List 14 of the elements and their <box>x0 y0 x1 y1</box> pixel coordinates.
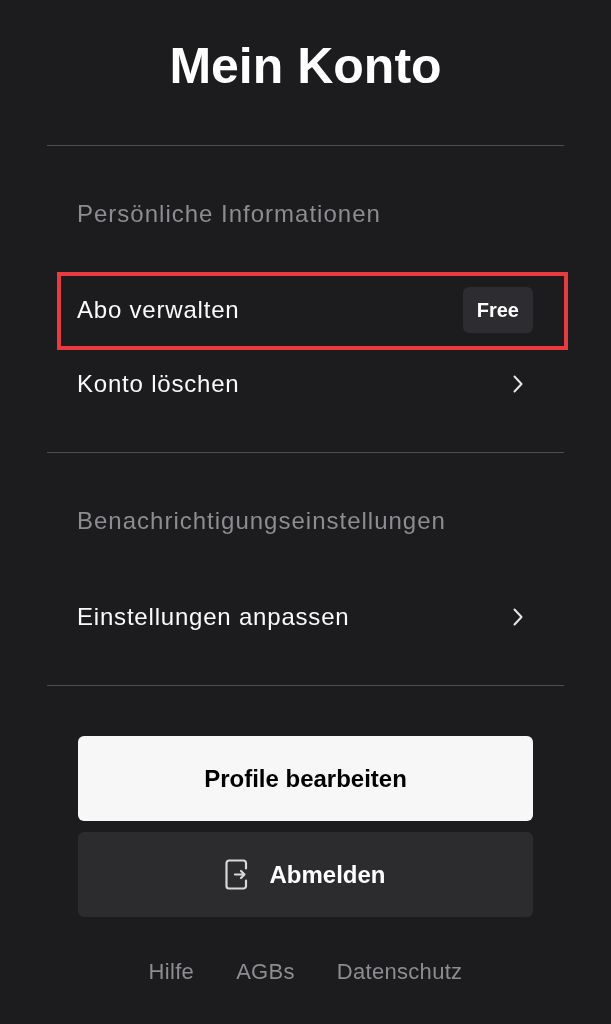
plan-badge: Free <box>462 287 533 333</box>
menu-item[interactable]: Einstellungen anpassen <box>47 580 564 654</box>
menu-item[interactable]: Konto löschen <box>47 347 564 421</box>
section-heading: Benachrichtigungseinstellungen <box>77 509 446 533</box>
logout-button[interactable]: Abmelden <box>78 832 533 917</box>
chevron-right-icon <box>513 608 523 626</box>
section-heading: Persönliche Informationen <box>77 202 381 226</box>
page-title: Mein Konto <box>169 37 442 96</box>
footer-link[interactable]: Hilfe <box>148 960 195 984</box>
footer-link[interactable]: Datenschutz <box>336 960 463 984</box>
edit-profile-button[interactable]: Profile bearbeiten <box>78 736 533 821</box>
footer-link[interactable]: AGBs <box>236 960 295 984</box>
chevron-right-icon <box>513 375 523 393</box>
menu-item[interactable]: Abo verwalten Free <box>47 273 564 347</box>
